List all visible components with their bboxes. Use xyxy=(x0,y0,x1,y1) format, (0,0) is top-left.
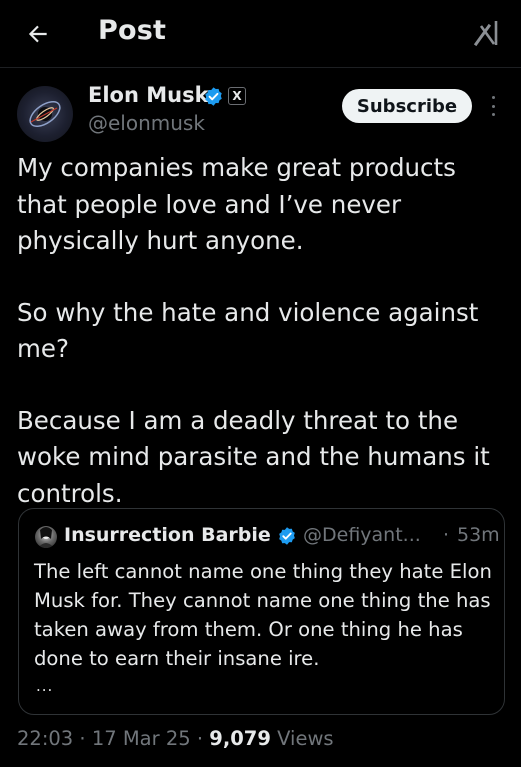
meta-separator: · xyxy=(79,727,86,750)
post-time[interactable]: 22:03 xyxy=(17,727,73,750)
post-paragraph: Because I am a deadly threat to the woke… xyxy=(17,405,490,508)
avatar-image xyxy=(29,101,61,127)
grok-button[interactable] xyxy=(470,16,504,50)
avatar[interactable] xyxy=(17,86,73,142)
more-options-button[interactable] xyxy=(486,93,500,119)
arrow-left-icon xyxy=(28,25,47,43)
meta-separator: · xyxy=(196,727,204,750)
back-button[interactable] xyxy=(22,18,54,50)
more-vertical-icon-dot xyxy=(491,113,495,116)
quote-author-name: Insurrection Barbie xyxy=(64,524,271,546)
quote-author-handle: @Defiyant... xyxy=(303,524,421,546)
quote-separator: · xyxy=(443,524,450,546)
author-handle[interactable]: @elonmusk xyxy=(88,111,205,135)
views-count[interactable]: 9,079 xyxy=(209,727,271,750)
post-paragraph: My companies make great products that pe… xyxy=(17,153,456,255)
quote-more-indicator: ... xyxy=(36,677,54,695)
quote-avatar xyxy=(35,526,57,548)
top-bar: Post xyxy=(0,0,521,68)
post-meta: 22:03 · 17 Mar 25 · 9,079 Views xyxy=(17,727,334,750)
affiliation-badge[interactable]: X xyxy=(228,87,246,105)
quoted-post[interactable]: Insurrection Barbie @Defiyant... · 53m T… xyxy=(18,508,505,715)
post-date[interactable]: 17 Mar 25 xyxy=(92,727,191,750)
quote-timestamp: 53m xyxy=(457,524,500,546)
quote-text: The left cannot name one thing they hate… xyxy=(34,560,492,670)
post-text: My companies make great products that pe… xyxy=(17,150,509,512)
subscribe-button[interactable]: Subscribe xyxy=(342,89,472,123)
author-name[interactable]: Elon Musk xyxy=(88,83,209,107)
verified-badge-icon xyxy=(205,87,222,106)
page-title: Post xyxy=(98,15,167,46)
verified-badge-icon xyxy=(279,527,295,545)
post-paragraph: So why the hate and violence against me? xyxy=(17,297,479,364)
quote-avatar-image xyxy=(38,527,54,548)
grok-icon xyxy=(473,21,498,47)
views-label: Views xyxy=(277,727,334,750)
more-vertical-icon-dot xyxy=(491,96,495,99)
more-vertical-icon-dot xyxy=(491,104,495,108)
